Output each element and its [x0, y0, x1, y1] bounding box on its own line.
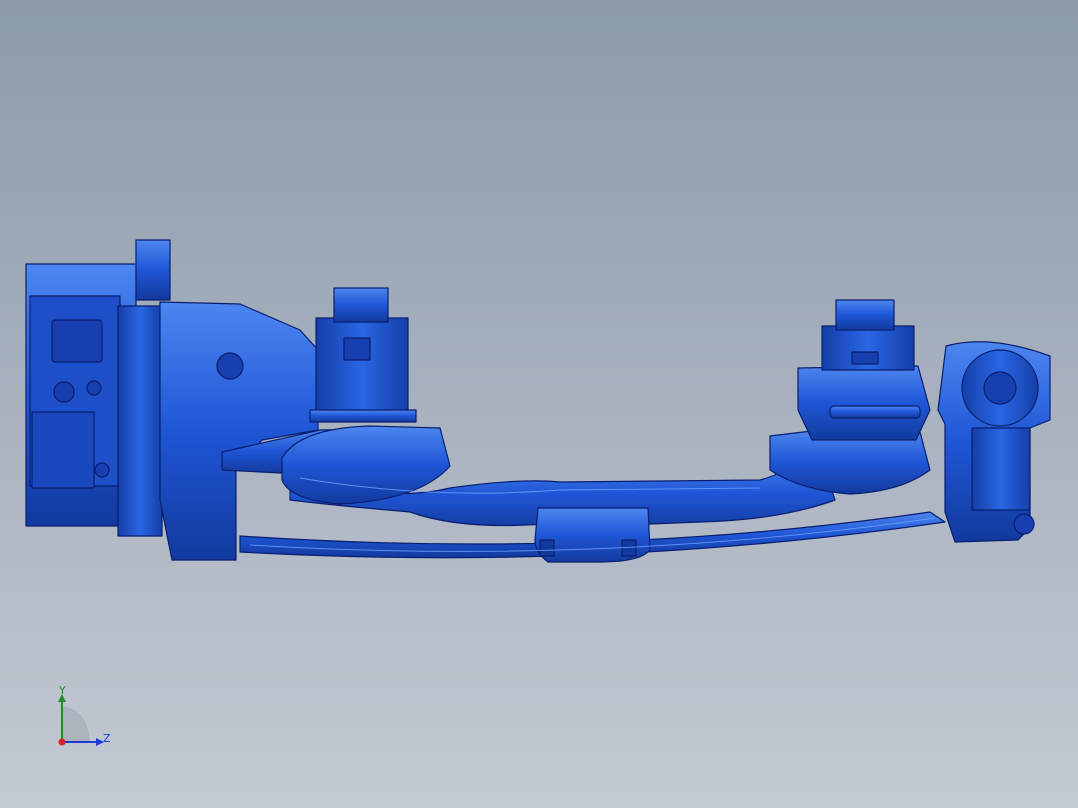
right-gearbox-center [983, 371, 1017, 405]
robot-axle-model[interactable] [0, 0, 1078, 808]
left-steer-motor-body [315, 317, 409, 415]
left-lower-panel [31, 411, 95, 489]
left-steer-motor-cap [333, 287, 389, 323]
right-steer-motor-cap [835, 299, 895, 331]
left-steer-collar [309, 409, 417, 423]
left-steer-connector [343, 337, 371, 361]
triad-z-label: Z [103, 732, 111, 745]
triad-y-label: Y [59, 684, 66, 697]
hub-bolt-left [539, 539, 555, 557]
left-drive-housing [159, 301, 319, 561]
right-gearbox-boss [1013, 513, 1035, 535]
left-top-lug [135, 239, 171, 301]
right-linkage [829, 405, 921, 419]
left-port-3 [94, 462, 110, 478]
orientation-triad: Y Z [48, 684, 120, 754]
right-gearbox-lower [971, 427, 1031, 511]
left-port-1 [53, 381, 75, 403]
graphics-viewport[interactable]: Y Z [0, 0, 1078, 808]
right-steer-base [797, 365, 931, 441]
right-steer-connector [851, 351, 879, 365]
left-port-2 [86, 380, 102, 396]
left-cover-window [51, 319, 103, 363]
left-drive-boss [216, 352, 244, 380]
left-side-flange [117, 305, 163, 537]
